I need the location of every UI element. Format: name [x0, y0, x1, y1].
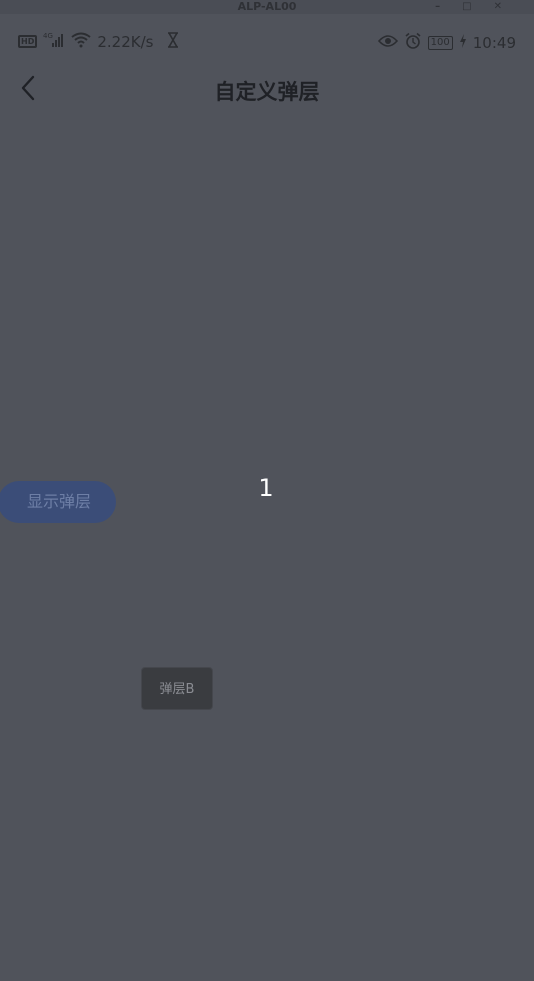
show-layer-button[interactable]: 显示弹层 [0, 481, 116, 523]
window-title: ALP-AL00 [237, 0, 297, 13]
window-titlebar: ALP-AL00 –□✕ [0, 0, 534, 14]
alarm-icon [404, 32, 422, 53]
network-speed: 2.22K/s [97, 32, 154, 51]
status-bar: HD 4G 2.22K/s 100 10:49 [0, 28, 534, 56]
hourglass-icon [167, 32, 179, 51]
nav-bar: 自定义弹层 [0, 56, 534, 122]
eye-icon [377, 34, 398, 51]
counter-value: 1 [258, 474, 274, 502]
close-button[interactable]: ✕ [494, 1, 524, 12]
signal-icon: 4G [43, 32, 65, 51]
clock: 10:49 [472, 33, 516, 52]
window-controls: –□✕ [435, 0, 524, 13]
hd-icon: HD [18, 35, 38, 48]
charging-icon [459, 34, 467, 51]
layer-b-popup[interactable]: 弹层B [141, 667, 213, 710]
maximize-button[interactable]: □ [462, 1, 493, 12]
minimize-button[interactable]: – [435, 1, 462, 12]
battery-icon: 100 [427, 35, 453, 50]
page-title: 自定义弹层 [214, 80, 320, 104]
cell-generation-label: 4G [43, 32, 53, 40]
wifi-icon [71, 32, 91, 51]
